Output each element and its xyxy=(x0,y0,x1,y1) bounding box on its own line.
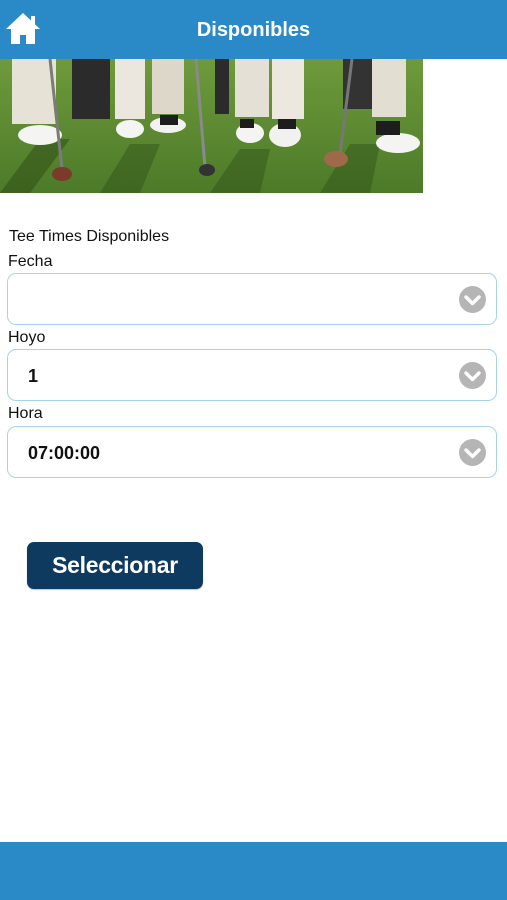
home-icon xyxy=(6,13,40,44)
chevron-down-icon xyxy=(459,362,486,389)
seleccionar-button[interactable]: Seleccionar xyxy=(27,542,203,589)
top-nav-bar: Disponibles xyxy=(0,0,507,59)
page-title: Disponibles xyxy=(196,19,311,41)
hoyo-value: 1 xyxy=(28,366,39,386)
hora-value: 07:00:00 xyxy=(28,443,101,463)
chevron-down-icon xyxy=(459,439,486,466)
golfers-banner-image xyxy=(0,59,423,193)
fecha-label: Fecha xyxy=(8,253,53,270)
home-button[interactable] xyxy=(5,12,41,46)
hoyo-label: Hoyo xyxy=(8,329,46,346)
app-screen: Disponibles Tee Times Disponibles Fecha … xyxy=(0,0,507,900)
hoyo-select[interactable]: 1 xyxy=(7,349,497,401)
hora-select[interactable]: 07:00:00 xyxy=(7,426,497,478)
hora-label: Hora xyxy=(8,405,43,422)
section-title: Tee Times Disponibles xyxy=(9,228,170,245)
bottom-bar xyxy=(0,842,507,900)
chevron-down-icon xyxy=(459,286,486,313)
fecha-select[interactable] xyxy=(7,273,497,325)
